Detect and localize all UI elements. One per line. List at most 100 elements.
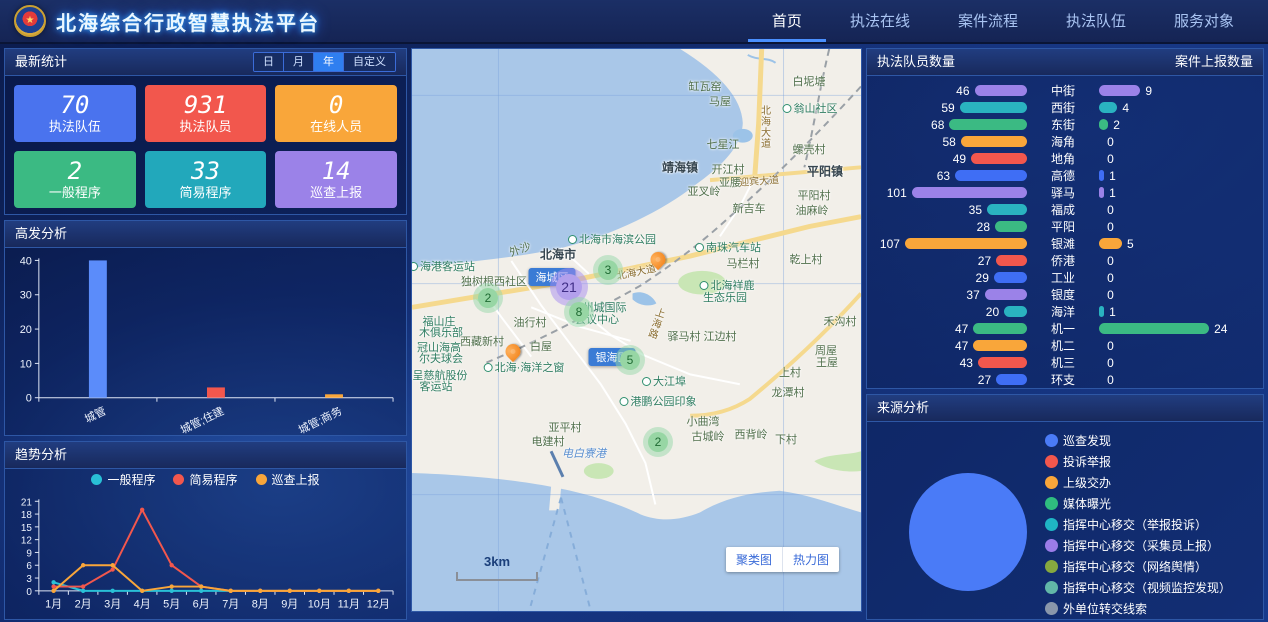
team-left-cell: 43 <box>871 356 1027 370</box>
stat-card-value: 14 <box>322 158 351 184</box>
stats-tab-月[interactable]: 月 <box>283 53 313 71</box>
team-left-value: 58 <box>942 135 955 149</box>
top-bar: 北海综合行政智慧执法平台 首页执法在线案件流程执法队伍服务对象 <box>0 0 1268 44</box>
stats-panel: 最新统计 日月年自定义 70执法队伍931执法队员0在线人员2一般程序33简易程… <box>4 48 407 215</box>
team-right-cell: 1 <box>1099 305 1255 319</box>
source-legend-指挥中心移交（举报投诉）[interactable]: 指挥中心移交（举报投诉） <box>1045 516 1231 533</box>
high-freq-panel: 高发分析 010203040城管城管;住建城管;商务 <box>4 220 407 436</box>
team-row-环支: 27环支0 <box>871 371 1255 388</box>
stat-card-执法队员: 931执法队员 <box>145 85 267 142</box>
team-left-bar <box>971 153 1027 164</box>
app-title: 北海综合行政智慧执法平台 <box>56 7 320 36</box>
trend-legend-一般程序[interactable]: 一般程序 <box>91 471 155 488</box>
source-legend-巡查发现[interactable]: 巡查发现 <box>1045 432 1231 449</box>
team-left-cell: 20 <box>871 305 1027 319</box>
map-button-热力图[interactable]: 热力图 <box>782 547 839 572</box>
team-left-cell: 28 <box>871 220 1027 234</box>
nav-item-服务对象[interactable]: 服务对象 <box>1150 0 1258 42</box>
team-name: 地角 <box>1027 150 1099 167</box>
source-legend-上级交办[interactable]: 上级交办 <box>1045 474 1231 491</box>
trend-title: 趋势分析 <box>15 442 67 468</box>
source-legend-指挥中心移交（采集员上报）[interactable]: 指挥中心移交（采集员上报） <box>1045 537 1231 554</box>
team-right-cell: 1 <box>1099 186 1255 200</box>
team-right-cell: 0 <box>1099 271 1255 285</box>
source-legend-外单位转交线索[interactable]: 外单位转交线索 <box>1045 600 1231 617</box>
team-left-value: 101 <box>887 186 907 200</box>
team-left-value: 46 <box>956 84 969 98</box>
stat-card-执法队伍: 70执法队伍 <box>14 85 136 142</box>
svg-text:6月: 6月 <box>193 599 210 611</box>
team-right-value: 5 <box>1127 237 1134 251</box>
team-right-bar <box>1099 187 1104 198</box>
legend-label: 指挥中心移交（采集员上报） <box>1063 537 1219 554</box>
legend-label: 外单位转交线索 <box>1063 600 1147 617</box>
legend-dot <box>1045 560 1058 573</box>
source-legend: 巡查发现投诉举报上级交办媒体曝光指挥中心移交（举报投诉） 指挥中心移交（采集员上报… <box>1045 432 1231 617</box>
svg-text:18: 18 <box>21 510 33 521</box>
map-button-聚类图[interactable]: 聚类图 <box>726 547 782 572</box>
teams-panel-header: 执法队员数量 案件上报数量 <box>867 49 1263 76</box>
stat-card-label: 在线人员 <box>310 118 362 136</box>
cluster-marker-3[interactable]: 3 <box>593 255 623 285</box>
stat-card-value: 931 <box>184 92 227 118</box>
cluster-marker-5[interactable]: 5 <box>615 345 645 375</box>
team-right-value: 9 <box>1145 84 1152 98</box>
stat-card-value: 0 <box>329 92 343 118</box>
team-right-bar <box>1099 85 1140 96</box>
nav-item-执法在线[interactable]: 执法在线 <box>826 0 934 42</box>
team-right-cell: 0 <box>1099 339 1255 353</box>
cluster-count: 2 <box>648 432 668 452</box>
svg-text:5月: 5月 <box>163 599 180 611</box>
trend-legend-简易程序[interactable]: 简易程序 <box>173 471 237 488</box>
map-mode-buttons: 聚类图热力图 <box>726 547 839 572</box>
team-left-bar <box>987 204 1027 215</box>
source-legend-投诉举报[interactable]: 投诉举报 <box>1045 453 1231 470</box>
team-right-value: 1 <box>1109 169 1116 183</box>
legend-dot <box>1045 434 1058 447</box>
team-left-cell: 58 <box>871 135 1027 149</box>
source-panel: 来源分析 巡查发现投诉举报上级交办媒体曝光指挥中心移交（举报投诉）指挥中心移交（… <box>866 394 1264 620</box>
team-name: 银滩 <box>1027 235 1099 252</box>
team-name: 环支 <box>1027 371 1099 388</box>
cluster-marker-2[interactable]: 2 <box>473 283 503 313</box>
svg-text:7月: 7月 <box>222 599 239 611</box>
main-nav: 首页执法在线案件流程执法队伍服务对象 <box>748 0 1268 42</box>
team-left-bar <box>973 323 1027 334</box>
nav-item-案件流程[interactable]: 案件流程 <box>934 0 1042 42</box>
team-row-驿马: 101驿马1 <box>871 184 1255 201</box>
stats-tab-自定义[interactable]: 自定义 <box>343 53 395 71</box>
right-column: 执法队员数量 案件上报数量 46中街959西街468东街258海角049地角06… <box>866 48 1264 612</box>
trend-legend-巡查上报[interactable]: 巡查上报 <box>256 471 320 488</box>
team-right-value: 0 <box>1107 203 1114 217</box>
source-legend-指挥中心移交（视频监控发现）[interactable]: 指挥中心移交（视频监控发现） <box>1045 579 1231 596</box>
stats-tab-日[interactable]: 日 <box>254 53 283 71</box>
team-left-bar <box>905 238 1027 249</box>
stat-card-label: 简易程序 <box>179 184 231 202</box>
stats-tab-年[interactable]: 年 <box>313 53 343 71</box>
team-right-cell: 4 <box>1099 101 1255 115</box>
team-left-cell: 46 <box>871 84 1027 98</box>
source-body: 巡查发现投诉举报上级交办媒体曝光指挥中心移交（举报投诉） 指挥中心移交（采集员上报… <box>867 422 1263 622</box>
source-legend-媒体曝光[interactable]: 媒体曝光 <box>1045 495 1231 512</box>
cluster-marker-2[interactable]: 2 <box>643 427 673 457</box>
team-left-value: 29 <box>976 271 989 285</box>
map-canvas[interactable]: 北海市靖海镇平阳镇缸瓦窑马屋白坭塘螺壳村七星江开江村亚腰亚叉岭新吉车平阳村油麻岭… <box>412 49 861 611</box>
team-left-bar <box>955 170 1027 181</box>
legend-label: 指挥中心移交（举报投诉） <box>1063 516 1207 533</box>
team-left-bar <box>994 272 1027 283</box>
stat-card-value: 70 <box>60 92 89 118</box>
team-row-西街: 59西街4 <box>871 99 1255 116</box>
source-legend-指挥中心移交（网络舆情）[interactable]: 指挥中心移交（网络舆情） <box>1045 558 1231 575</box>
legend-dot <box>1045 476 1058 489</box>
team-left-bar <box>949 119 1027 130</box>
nav-item-首页[interactable]: 首页 <box>748 0 826 42</box>
svg-text:12: 12 <box>21 536 33 547</box>
team-right-value: 0 <box>1107 271 1114 285</box>
nav-item-执法队伍[interactable]: 执法队伍 <box>1042 0 1150 42</box>
cluster-marker-8[interactable]: 8 <box>564 297 594 327</box>
svg-text:1月: 1月 <box>45 599 62 611</box>
svg-text:21: 21 <box>21 497 33 508</box>
stats-title: 最新统计 <box>15 49 67 75</box>
stats-range-tabs: 日月年自定义 <box>253 52 396 72</box>
svg-text:4月: 4月 <box>134 599 151 611</box>
